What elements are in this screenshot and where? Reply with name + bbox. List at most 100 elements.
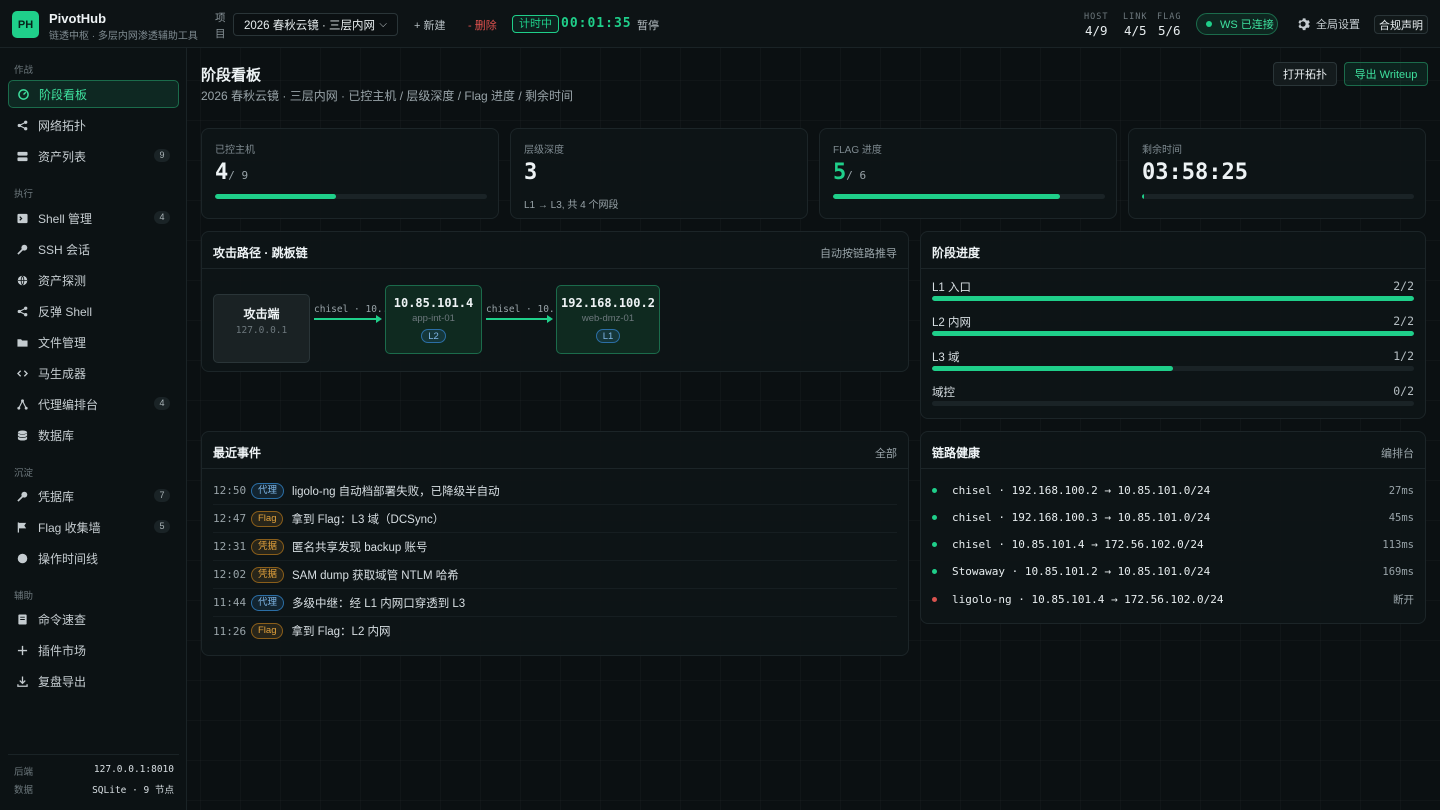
kpi-progress-fill: [1142, 194, 1145, 199]
stat-flag: FLAG 5/6: [1157, 12, 1181, 38]
sidebar-item-probe[interactable]: 资产探测: [8, 266, 179, 294]
pause-button[interactable]: 暂停: [637, 17, 659, 33]
sidebar-item-plugins[interactable]: 插件市场: [8, 636, 179, 664]
status-dot-icon: [932, 542, 937, 547]
kpi-progress-fill: [833, 194, 1060, 199]
kpi-progress-fill: [215, 194, 336, 199]
event-row[interactable]: 12:47 Flag 拿到 Flag：L3 域（DCSync）: [213, 505, 897, 533]
key-icon: [17, 491, 28, 502]
status-dot-icon: [932, 515, 937, 520]
kpi-label: 已控主机: [215, 145, 255, 156]
sidebar-item-ssh[interactable]: SSH 会话: [8, 235, 179, 263]
link-row[interactable]: chisel · 10.85.101.4 → 172.56.102.0/24 1…: [932, 531, 1414, 558]
orchestrator-link[interactable]: 编排台: [1381, 445, 1414, 461]
status-dot-icon: [932, 488, 937, 493]
page-subtitle: 2026 春秋云镜 · 三层内网 · 已控主机 / 层级深度 / Flag 进度…: [201, 89, 574, 103]
status-dot-icon: [932, 597, 937, 602]
event-text: ligolo-ng 自动档部署失败，已降级半自动: [292, 485, 500, 498]
sidebar-item-timeline[interactable]: 操作时间线: [8, 544, 179, 572]
sidebar-item-label: 数据库: [38, 428, 75, 443]
stage-label: L3 域: [932, 352, 960, 364]
layer-tag: L2: [421, 329, 446, 343]
sidebar-item-credentials[interactable]: 凭据库 7: [8, 482, 179, 510]
share-icon: [17, 306, 28, 317]
terminal-icon: [17, 213, 28, 224]
node-subtitle: 127.0.0.1: [235, 325, 288, 336]
sidebar-item-label: 阶段看板: [39, 87, 88, 102]
link-row[interactable]: ligolo-ng · 10.85.101.4 → 172.56.102.0/2…: [932, 586, 1414, 613]
compliance-button[interactable]: 合规声明: [1374, 15, 1428, 34]
open-topology-button[interactable]: 打开拓扑: [1273, 62, 1337, 86]
plus-icon: [17, 645, 28, 656]
project-select-value: 2026 春秋云镜 · 三层内网: [244, 19, 375, 32]
share-icon: [17, 120, 28, 131]
link-latency: 169ms: [1382, 565, 1414, 578]
count-badge: 9: [154, 149, 170, 162]
attacker-node[interactable]: 攻击端 127.0.0.1: [213, 294, 310, 363]
export-writeup-button[interactable]: 导出 Writeup: [1344, 62, 1428, 86]
edge-label: chisel · 10...: [314, 304, 395, 315]
project-select[interactable]: 2026 春秋云镜 · 三层内网 ⌵: [233, 13, 398, 36]
ws-status-badge: WS 已连接: [1196, 13, 1278, 35]
stage-label: L1 入口: [932, 282, 971, 294]
circle-icon: [17, 553, 28, 564]
new-project-button[interactable]: + 新建: [414, 17, 445, 33]
kpi-value: 4/ 9: [215, 160, 248, 185]
sidebar-item-files[interactable]: 文件管理: [8, 328, 179, 356]
sidebar-item-label: 反弹 Shell: [38, 304, 93, 319]
event-row[interactable]: 11:26 Flag 拿到 Flag：L2 内网: [213, 617, 897, 645]
pivot-node[interactable]: 10.85.101.4 app-int-01 L2: [385, 285, 482, 354]
auto-derive-button[interactable]: 自动按链路推导: [820, 245, 897, 261]
link-text: Stowaway · 10.85.101.2 → 10.85.101.0/24: [952, 565, 1211, 578]
sidebar-item-payload-gen[interactable]: 马生成器: [8, 359, 179, 387]
kpi-time-card: 剩余时间 03:58:25: [1128, 128, 1426, 219]
sidebar-item-label: 凭据库: [38, 489, 75, 504]
count-badge: 5: [154, 520, 170, 533]
stat-flag-label: FLAG: [1157, 12, 1182, 22]
sidebar-item-proxy-orchestrator[interactable]: 代理编排台 4: [8, 390, 179, 418]
delete-project-button[interactable]: - 删除: [468, 17, 497, 33]
status-dot-icon: [1206, 21, 1212, 27]
sidebar-item-dashboard[interactable]: 阶段看板: [8, 80, 179, 108]
layer-tag: L1: [595, 329, 621, 343]
event-time: 12:47: [213, 512, 247, 525]
event-row[interactable]: 12:50 代理 ligolo-ng 自动档部署失败，已降级半自动: [213, 477, 897, 505]
link-row[interactable]: Stowaway · 10.85.101.2 → 10.85.101.0/24 …: [932, 558, 1414, 585]
sidebar-item-reverse-shell[interactable]: 反弹 Shell: [8, 297, 179, 325]
link-row[interactable]: chisel · 192.168.100.3 → 10.85.101.0/24 …: [932, 504, 1414, 531]
event-row[interactable]: 12:02 凭据 SAM dump 获取域管 NTLM 哈希: [213, 561, 897, 589]
sidebar-item-assets[interactable]: 资产列表 9: [8, 142, 179, 170]
pivot-node[interactable]: 192.168.100.2 web-dmz-01 L1: [556, 285, 660, 354]
sidebar-section-title: 执行: [14, 189, 34, 200]
key-icon: [17, 244, 28, 255]
event-row[interactable]: 12:31 凭据 匿名共享发现 backup 账号: [213, 533, 897, 561]
download-icon: [17, 675, 28, 687]
kpi-total: / 6: [846, 169, 867, 182]
global-settings-button[interactable]: 全局设置: [1296, 16, 1360, 32]
stat-link-value: 4/5: [1123, 23, 1147, 38]
event-text: 拿到 Flag：L3 域（DCSync）: [291, 513, 445, 526]
stage-progress-fill: [932, 296, 1414, 301]
view-all-link[interactable]: 全部: [875, 445, 897, 461]
link-text: ligolo-ng · 10.85.101.4 → 172.56.102.0/2…: [952, 593, 1224, 606]
stage-progress-fill: [932, 366, 1173, 371]
timer-status-badge: 计时中: [512, 15, 559, 33]
dashboard-icon: [18, 88, 29, 100]
sidebar-item-export[interactable]: 复盘导出: [8, 667, 179, 695]
sidebar-item-cheatsheet[interactable]: 命令速查: [8, 605, 179, 633]
event-time: 12:31: [213, 540, 247, 553]
stage-value: 1/2: [1393, 349, 1414, 363]
sidebar-item-topology[interactable]: 网络拓扑: [8, 111, 179, 139]
app-logo: PH: [12, 11, 39, 38]
stage-progress-bar: [932, 366, 1414, 371]
event-time: 11:44: [213, 596, 247, 609]
stage-progress-card: 阶段进度 L1 入口 2/2 L2 内网 2/2 L3 域 1/2 域控 0/2: [920, 231, 1426, 419]
sidebar-item-database[interactable]: 数据库: [8, 421, 179, 449]
sidebar-item-shell[interactable]: Shell 管理 4: [8, 204, 179, 232]
event-tag: Flag: [251, 623, 284, 639]
data-key: 数据: [14, 785, 34, 796]
node-ip: 192.168.100.2: [561, 296, 655, 310]
event-row[interactable]: 11:44 代理 多级中继：经 L1 内网口穿透到 L3: [213, 589, 897, 617]
sidebar-item-flag-wall[interactable]: Flag 收集墙 5: [8, 513, 179, 541]
link-row[interactable]: chisel · 192.168.100.2 → 10.85.101.0/24 …: [932, 477, 1414, 504]
